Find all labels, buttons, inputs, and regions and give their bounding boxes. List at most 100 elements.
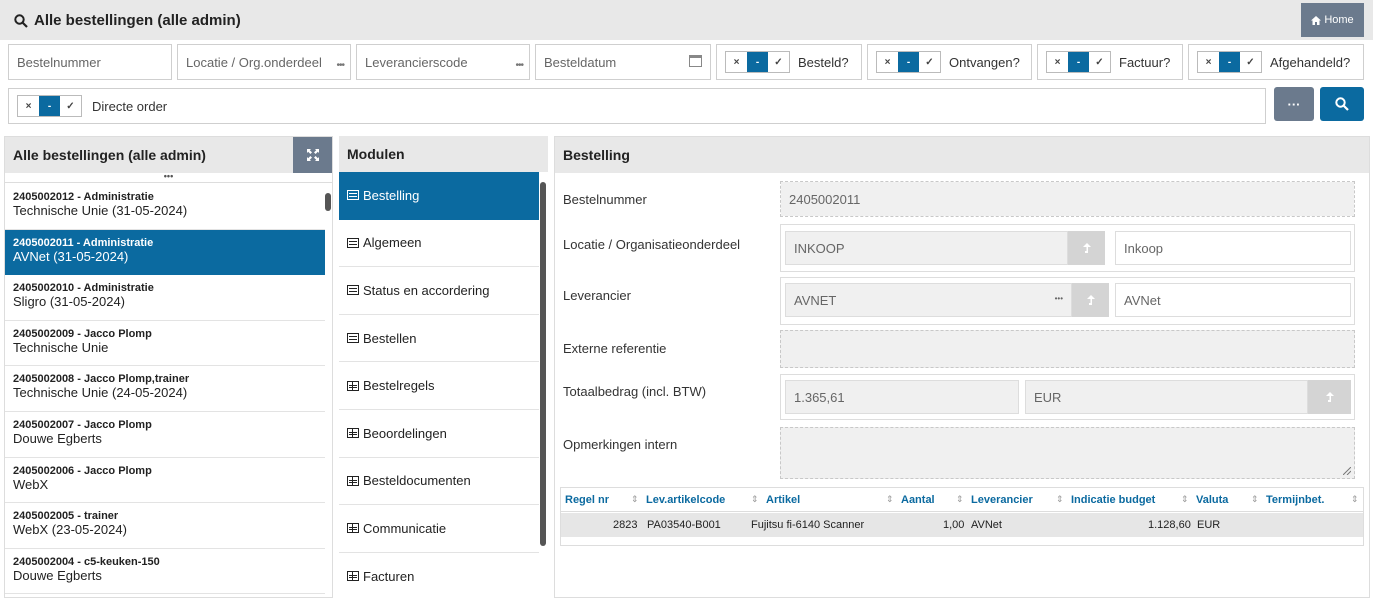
no-option[interactable]: × xyxy=(1198,52,1219,72)
list-scrollbar[interactable] xyxy=(325,193,331,211)
bestelnummer-value-text: 2405002011 xyxy=(789,191,861,207)
yes-option[interactable]: ✓ xyxy=(919,52,940,72)
any-option[interactable]: - xyxy=(1219,52,1240,72)
yes-option[interactable]: ✓ xyxy=(1089,52,1110,72)
no-option[interactable]: × xyxy=(1047,52,1068,72)
table-row[interactable]: 2823 PA03540-B001 Fujitsu fi-6140 Scanne… xyxy=(561,513,1363,537)
sort-icon[interactable]: ⇕ xyxy=(1056,494,1064,505)
module-item-bestelregels[interactable]: Bestelregels xyxy=(339,362,539,410)
module-item-communicatie[interactable]: Communicatie xyxy=(339,505,539,553)
sort-icon[interactable]: ⇕ xyxy=(886,494,894,505)
locatie-code-input[interactable]: INKOOP xyxy=(785,231,1068,265)
sort-icon[interactable]: ⇕ xyxy=(1351,494,1359,505)
list-item[interactable]: 2405002008 - Jacco Plomp,trainer Technisc… xyxy=(5,366,325,412)
column-regel-nr[interactable]: Regel nr xyxy=(565,494,609,506)
leverancier-name-input[interactable]: AVNet xyxy=(1115,283,1351,317)
column-lev-artikelcode[interactable]: Lev.artikelcode xyxy=(646,494,725,506)
resize-handle-icon[interactable] xyxy=(1343,467,1351,475)
order-list: 2405002012 - Administratie Technische Uni… xyxy=(5,184,325,595)
totaalbedrag-input[interactable]: 1.365,61 xyxy=(785,380,1019,414)
sort-icon[interactable]: ⇕ xyxy=(1181,494,1189,505)
any-option[interactable]: - xyxy=(1068,52,1089,72)
lookup-dots-icon[interactable]: ••• xyxy=(515,60,523,71)
search-button[interactable] xyxy=(1320,87,1364,121)
factuur-toggle[interactable]: × - ✓ Factuur? xyxy=(1037,44,1183,80)
list-item[interactable]: 2405002004 - c5-keuken-150 Douwe Egberts xyxy=(5,549,325,595)
afgehandeld-toggle[interactable]: × - ✓ Afgehandeld? xyxy=(1188,44,1364,80)
leverancier-up-button[interactable] xyxy=(1072,283,1109,317)
list-item[interactable]: 2405002010 - Administratie Sligro (31-05-… xyxy=(5,275,325,321)
module-item-beoordelingen[interactable]: Beoordelingen xyxy=(339,410,539,458)
tristate-switch[interactable]: × - ✓ xyxy=(17,95,82,117)
column-valuta[interactable]: Valuta xyxy=(1196,494,1228,506)
expand-button[interactable] xyxy=(293,137,332,173)
valuta-up-button[interactable] xyxy=(1308,380,1351,414)
column-leverancier[interactable]: Leverancier xyxy=(971,494,1033,506)
column-indicatie-budget[interactable]: Indicatie budget xyxy=(1071,494,1155,506)
more-icon: ··· xyxy=(1287,96,1301,112)
column-artikel[interactable]: Artikel xyxy=(766,494,800,506)
module-item-status-en-accordering[interactable]: Status en accordering xyxy=(339,267,539,315)
list-item[interactable]: 2405002007 - Jacco Plomp Douwe Egberts xyxy=(5,412,325,458)
list-item[interactable]: 2405002011 - Administratie AVNet (31-05-2… xyxy=(5,229,325,276)
opmerkingen-textarea[interactable] xyxy=(780,427,1355,479)
tristate-switch[interactable]: × - ✓ xyxy=(876,51,941,73)
bestelnummer-field[interactable]: 2405002011 xyxy=(780,181,1355,217)
leverancier-input[interactable]: Leverancierscode ••• xyxy=(356,44,530,80)
yes-option[interactable]: ✓ xyxy=(768,52,789,72)
bestelnummer-label: Bestelnummer xyxy=(563,192,647,207)
list-item[interactable]: 2405002009 - Jacco Plomp Technische Unie xyxy=(5,321,325,367)
more-filters-button[interactable]: ··· xyxy=(1274,87,1314,121)
tristate-switch[interactable]: × - ✓ xyxy=(725,51,790,73)
besteldatum-input[interactable]: Besteldatum xyxy=(535,44,711,80)
locatie-name-input[interactable]: Inkoop xyxy=(1115,231,1351,265)
module-item-label: Besteldocumenten xyxy=(363,473,471,489)
locatie-label: Locatie / Organisatieonderdeel xyxy=(563,237,741,252)
sort-icon[interactable]: ⇕ xyxy=(631,494,639,505)
search-icon xyxy=(14,13,28,28)
directe-order-toggle[interactable]: × - ✓ Directe order xyxy=(8,88,1266,124)
no-option[interactable]: × xyxy=(726,52,747,72)
tristate-switch[interactable]: × - ✓ xyxy=(1046,51,1111,73)
bestelnummer-input[interactable]: Bestelnummer xyxy=(8,44,172,80)
column-termijnbet[interactable]: Termijnbet. xyxy=(1266,494,1324,506)
calendar-icon[interactable] xyxy=(689,55,702,67)
form-icon xyxy=(347,237,359,248)
any-option[interactable]: - xyxy=(747,52,768,72)
list-options-dots[interactable]: ••• xyxy=(5,172,332,183)
list-item[interactable]: 2405002005 - trainer WebX (23-05-2024) xyxy=(5,503,325,549)
besteld-toggle[interactable]: × - ✓ Besteld? xyxy=(716,44,862,80)
order-list-panel: Alle bestellingen (alle admin) ••• 24050… xyxy=(4,136,333,598)
no-option[interactable]: × xyxy=(877,52,898,72)
module-item-label: Facturen xyxy=(363,568,415,584)
besteld-label: Besteld? xyxy=(798,54,849,70)
lookup-dots-icon[interactable]: ••• xyxy=(336,60,344,71)
cell-leverancier: AVNet xyxy=(971,519,1002,531)
sort-icon[interactable]: ⇕ xyxy=(1251,494,1259,505)
sort-icon[interactable]: ⇕ xyxy=(751,494,759,505)
leverancier-code-input[interactable]: AVNET ••• xyxy=(785,283,1072,317)
no-option[interactable]: × xyxy=(18,96,39,116)
home-button[interactable]: Home xyxy=(1301,3,1364,37)
module-item-algemeen[interactable]: Algemeen xyxy=(339,220,539,268)
module-item-bestellen[interactable]: Bestellen xyxy=(339,315,539,363)
module-item-facturen[interactable]: Facturen xyxy=(339,553,539,598)
sort-icon[interactable]: ⇕ xyxy=(956,494,964,505)
any-option[interactable]: - xyxy=(39,96,60,116)
yes-option[interactable]: ✓ xyxy=(60,96,81,116)
column-aantal[interactable]: Aantal xyxy=(901,494,935,506)
list-item[interactable]: 2405002012 - Administratie Technische Uni… xyxy=(5,184,325,230)
locatie-up-button[interactable] xyxy=(1068,231,1105,265)
tristate-switch[interactable]: × - ✓ xyxy=(1197,51,1262,73)
lookup-dots-icon[interactable]: ••• xyxy=(1055,294,1063,303)
any-option[interactable]: - xyxy=(898,52,919,72)
module-item-besteldocumenten[interactable]: Besteldocumenten xyxy=(339,458,539,506)
externe-referentie-field[interactable] xyxy=(780,330,1355,368)
ontvangen-toggle[interactable]: × - ✓ Ontvangen? xyxy=(867,44,1032,80)
locatie-input[interactable]: Locatie / Org.onderdeel ••• xyxy=(177,44,351,80)
yes-option[interactable]: ✓ xyxy=(1240,52,1261,72)
valuta-input[interactable]: EUR xyxy=(1025,380,1308,414)
modules-scrollbar[interactable] xyxy=(540,182,546,546)
module-item-bestelling[interactable]: Bestelling xyxy=(339,172,539,220)
list-item[interactable]: 2405002006 - Jacco Plomp WebX xyxy=(5,458,325,504)
